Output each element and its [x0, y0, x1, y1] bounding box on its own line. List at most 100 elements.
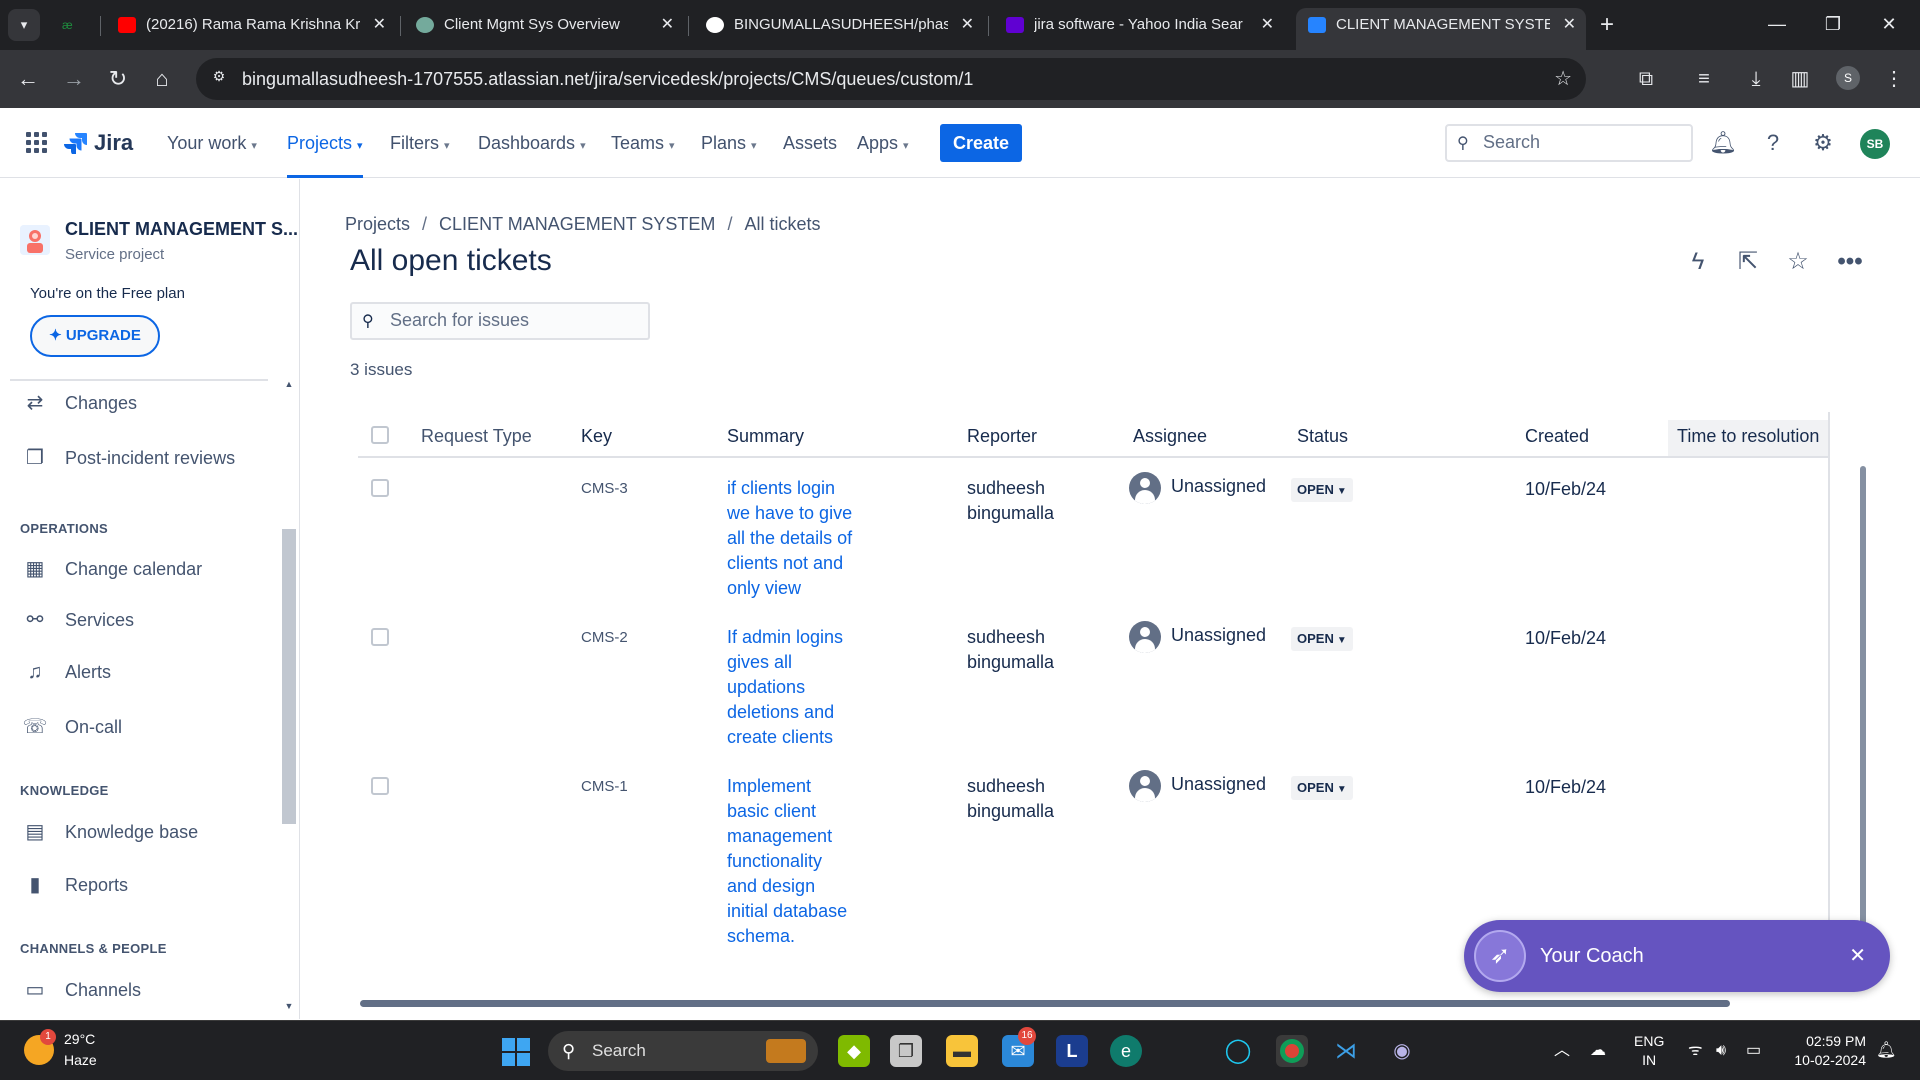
breadcrumb-projects[interactable]: Projects: [345, 214, 410, 234]
browser-tab-4[interactable]: jira software - Yahoo India Sear ✕: [994, 8, 1284, 42]
home-icon[interactable]: ⌂: [148, 65, 176, 93]
column-header-request-type[interactable]: Request Type: [421, 426, 532, 447]
close-tab-icon[interactable]: ✕: [961, 8, 974, 42]
bookmark-star-icon[interactable]: ☆: [1554, 58, 1572, 100]
vscode-icon[interactable]: ⋊: [1330, 1035, 1362, 1067]
nav-plans[interactable]: Plans ▾: [701, 108, 757, 178]
weather-condition[interactable]: Haze: [64, 1052, 97, 1068]
weather-temperature[interactable]: 29°C: [64, 1031, 95, 1047]
scroll-up-arrow-icon[interactable]: ▲: [282, 379, 296, 389]
windows-start-icon[interactable]: [502, 1038, 530, 1066]
address-bar[interactable]: ⚙ bingumallasudheesh-1707555.atlassian.n…: [196, 58, 1586, 100]
browser-tab-0[interactable]: æ: [48, 8, 100, 42]
issue-summary-link[interactable]: if clients login we have to give all the…: [727, 476, 857, 601]
restore-button[interactable]: ❐: [1808, 0, 1858, 50]
copilot-pre-icon[interactable]: ◆: [838, 1035, 870, 1067]
project-avatar-icon[interactable]: [20, 225, 50, 255]
l-app-icon[interactable]: L: [1056, 1035, 1088, 1067]
issue-summary-link[interactable]: If admin logins gives all updations dele…: [727, 625, 857, 750]
status-dropdown[interactable]: OPEN ▼: [1291, 776, 1353, 800]
wifi-icon[interactable]: ᯤ: [1688, 1021, 1703, 1080]
browser-tab-3[interactable]: BINGUMALLASUDHEESH/phase ✕: [694, 8, 984, 42]
sidebar-item-channels[interactable]: ▭ Channels: [20, 970, 270, 1010]
sidebar-item-post-incident-reviews[interactable]: ❐ Post-incident reviews: [20, 438, 270, 478]
sidebar-scrollbar[interactable]: ▲ ▼: [282, 379, 296, 1019]
row-checkbox[interactable]: [371, 628, 389, 646]
table-horizontal-scrollbar[interactable]: [360, 1000, 1730, 1007]
column-header-key[interactable]: Key: [581, 426, 612, 447]
star-icon[interactable]: ☆: [1782, 246, 1814, 278]
volume-icon[interactable]: 🔊︎: [1716, 1021, 1726, 1080]
user-avatar[interactable]: SB: [1860, 129, 1890, 159]
eclipse-icon[interactable]: ◉: [1386, 1035, 1418, 1067]
sidebar-item-services[interactable]: ⚯ Services: [20, 600, 270, 640]
close-icon[interactable]: ✕: [1849, 920, 1866, 992]
sidebar-item-knowledge-base[interactable]: ▤ Knowledge base: [20, 812, 270, 852]
back-arrow-icon[interactable]: ←: [14, 65, 42, 93]
column-header-reporter[interactable]: Reporter: [967, 426, 1037, 447]
issue-key[interactable]: CMS-3: [581, 480, 628, 497]
site-info-icon[interactable]: ⚙: [208, 68, 230, 90]
upgrade-button[interactable]: ✦ UPGRADE: [30, 315, 160, 357]
jira-search-box[interactable]: ⚲: [1445, 124, 1693, 162]
project-name[interactable]: CLIENT MANAGEMENT S...: [65, 219, 298, 240]
reload-icon[interactable]: ↻: [104, 65, 132, 93]
url-text[interactable]: bingumallasudheesh-1707555.atlassian.net…: [242, 58, 973, 100]
breadcrumb-queue[interactable]: All tickets: [744, 214, 820, 234]
file-explorer-icon[interactable]: ▬: [946, 1035, 978, 1067]
your-coach-widget[interactable]: ➶ Your Coach ✕: [1464, 920, 1890, 992]
notifications-bell-icon[interactable]: 🔔︎: [1876, 1021, 1896, 1080]
nav-assets[interactable]: Assets: [783, 108, 837, 178]
close-window-button[interactable]: ✕: [1864, 0, 1914, 50]
column-header-summary[interactable]: Summary: [727, 426, 804, 447]
sidebar-item-reports[interactable]: ▮ Reports: [20, 865, 270, 905]
chrome-icon[interactable]: [1276, 1035, 1308, 1067]
sidebar-item-change-calendar[interactable]: ▦ Change calendar: [20, 549, 270, 589]
show-hidden-icons-chevron-icon[interactable]: ︿: [1554, 1021, 1570, 1080]
tab-search-button[interactable]: ▾: [8, 9, 40, 41]
column-header-status[interactable]: Status: [1297, 426, 1348, 447]
nav-projects[interactable]: Projects ▾: [287, 108, 363, 178]
sidebar-item-alerts[interactable]: ♫ Alerts: [20, 652, 270, 692]
cortana-ring-icon[interactable]: ◯: [1222, 1035, 1254, 1067]
select-all-checkbox[interactable]: [371, 426, 389, 444]
settings-gear-icon[interactable]: ⚙: [1808, 128, 1838, 158]
row-checkbox[interactable]: [371, 479, 389, 497]
onedrive-cloud-icon[interactable]: ☁: [1590, 1021, 1606, 1080]
forward-arrow-icon[interactable]: →: [60, 65, 88, 93]
browser-menu-icon[interactable]: ⋮: [1880, 65, 1908, 93]
help-icon[interactable]: ?: [1758, 128, 1788, 158]
nav-your-work[interactable]: Your work ▾: [167, 108, 257, 178]
open-external-icon[interactable]: ⇱: [1732, 246, 1764, 278]
status-dropdown[interactable]: OPEN ▼: [1291, 478, 1353, 502]
issue-summary-link[interactable]: Implement basic client management functi…: [727, 774, 857, 949]
scroll-down-arrow-icon[interactable]: ▼: [282, 1001, 296, 1011]
extensions-icon[interactable]: ⧉: [1632, 65, 1660, 93]
sidebar-item-on-call[interactable]: ☏ On-call: [20, 707, 270, 747]
task-view-icon[interactable]: ❐: [890, 1035, 922, 1067]
column-header-created[interactable]: Created: [1525, 426, 1589, 447]
nav-teams[interactable]: Teams ▾: [611, 108, 675, 178]
edge-browser-icon[interactable]: e: [1110, 1035, 1142, 1067]
close-tab-icon[interactable]: ✕: [661, 8, 674, 42]
media-control-icon[interactable]: ≡: [1690, 65, 1718, 93]
column-header-assignee[interactable]: Assignee: [1133, 426, 1207, 447]
download-icon[interactable]: ⤓: [1742, 65, 1770, 93]
issue-key[interactable]: CMS-2: [581, 629, 628, 646]
browser-tab-2[interactable]: Client Mgmt Sys Overview ✕: [404, 8, 684, 42]
breadcrumb-project[interactable]: CLIENT MANAGEMENT SYSTEM: [439, 214, 715, 234]
browser-tab-5-active[interactable]: CLIENT MANAGEMENT SYSTEM ✕: [1296, 8, 1586, 50]
more-actions-icon[interactable]: •••: [1834, 246, 1866, 278]
language-indicator[interactable]: ENG IN: [1634, 1032, 1664, 1070]
battery-icon[interactable]: ▭: [1746, 1021, 1761, 1080]
notifications-bell-icon[interactable]: 🔔︎: [1708, 128, 1738, 158]
row-checkbox[interactable]: [371, 777, 389, 795]
system-clock[interactable]: 02:59 PM 10-02-2024: [1786, 1032, 1866, 1070]
new-tab-button[interactable]: +: [1600, 8, 1614, 42]
table-vertical-scrollbar[interactable]: [1860, 466, 1866, 926]
side-panel-icon[interactable]: ▥: [1786, 65, 1814, 93]
close-tab-icon[interactable]: ✕: [1261, 8, 1274, 42]
column-header-time-to-resolution[interactable]: Time to resolution: [1677, 426, 1819, 447]
minimize-button[interactable]: —: [1752, 0, 1802, 50]
issue-key[interactable]: CMS-1: [581, 778, 628, 795]
